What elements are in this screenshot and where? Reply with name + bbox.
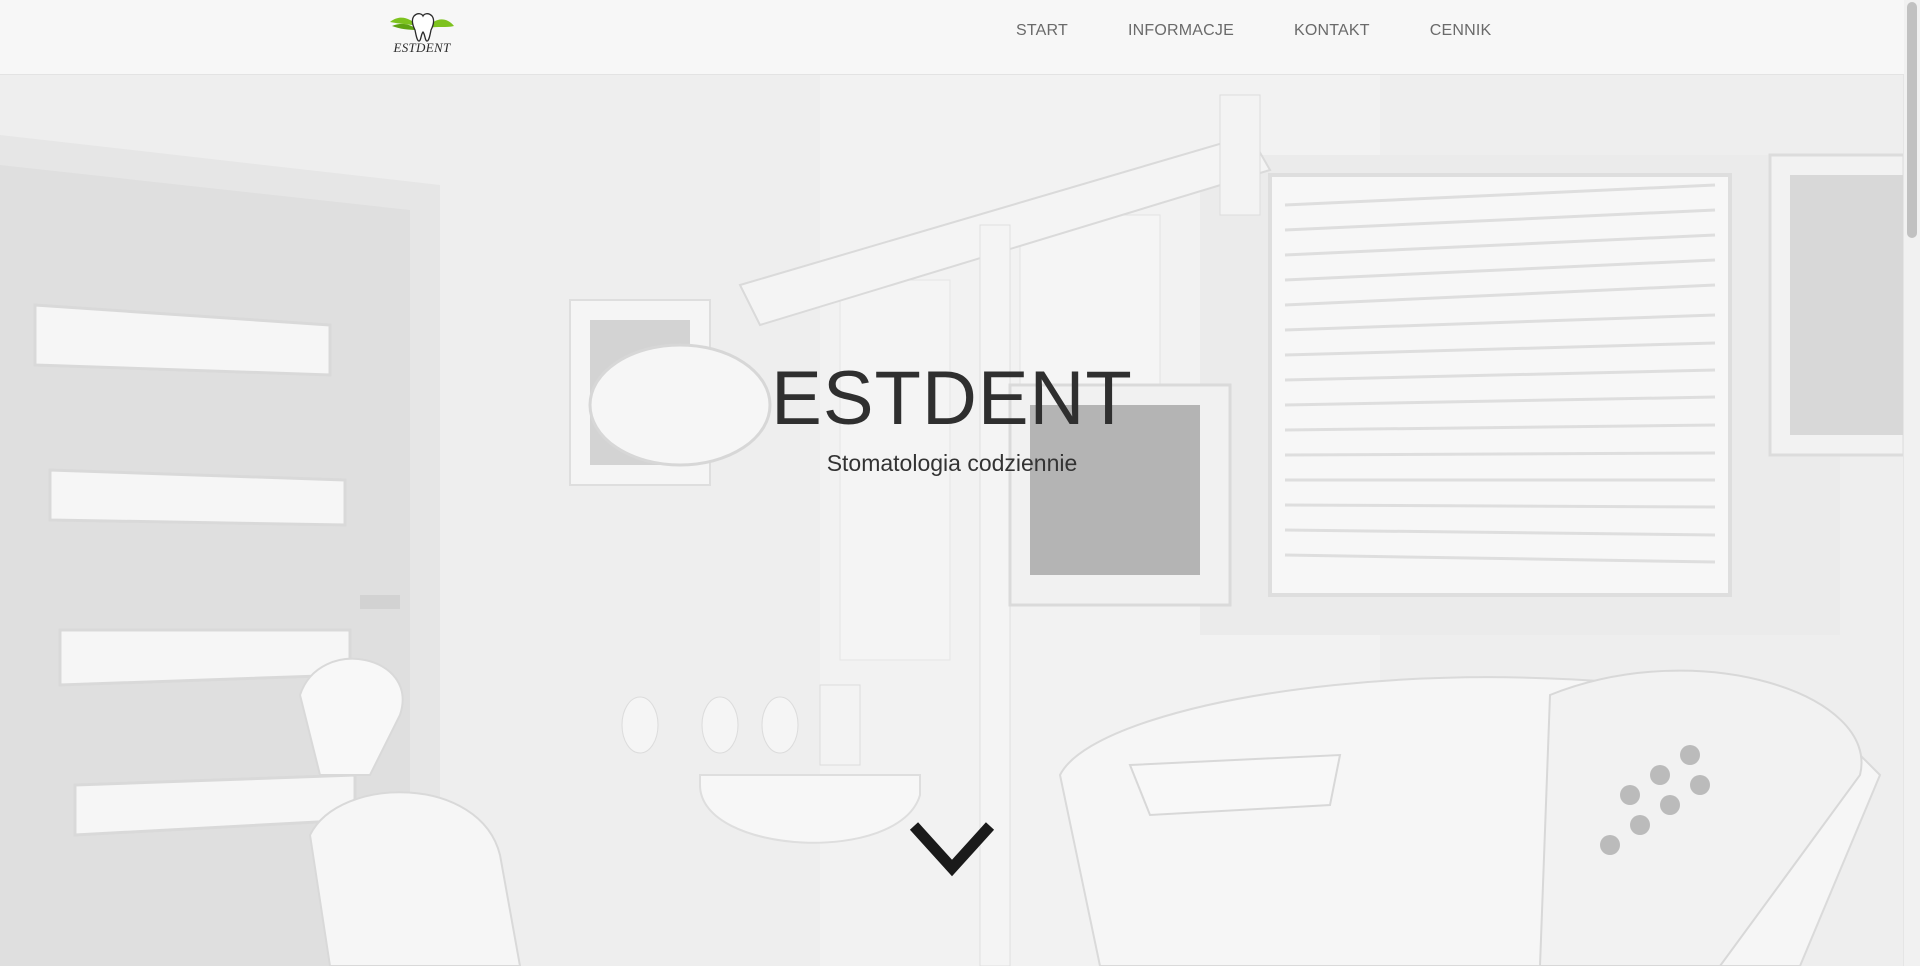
page-scrollbar[interactable] — [1903, 0, 1920, 966]
page: ESTDENT START INFORMACJE KONTAKT CENNIK — [0, 0, 1920, 966]
main-nav: START INFORMACJE KONTAKT CENNIK — [1016, 0, 1491, 62]
scrollbar-thumb[interactable] — [1907, 2, 1917, 238]
nav-item-start[interactable]: START — [1016, 16, 1068, 46]
scroll-down-button[interactable] — [908, 820, 996, 880]
hero-subtitle: Stomatologia codziennie — [826, 450, 1078, 476]
logo-text: ESTDENT — [393, 40, 451, 55]
chevron-down-icon — [909, 822, 995, 877]
hero-title: ESTDENT — [771, 356, 1133, 441]
nav-item-cennik[interactable]: CENNIK — [1430, 16, 1492, 46]
nav-item-kontakt[interactable]: KONTAKT — [1294, 16, 1370, 46]
nav-item-informacje[interactable]: INFORMACJE — [1128, 16, 1234, 46]
site-header: ESTDENT START INFORMACJE KONTAKT CENNIK — [0, 0, 1904, 75]
site-logo[interactable]: ESTDENT — [388, 10, 456, 58]
tooth-leaf-logo-icon — [390, 13, 454, 42]
